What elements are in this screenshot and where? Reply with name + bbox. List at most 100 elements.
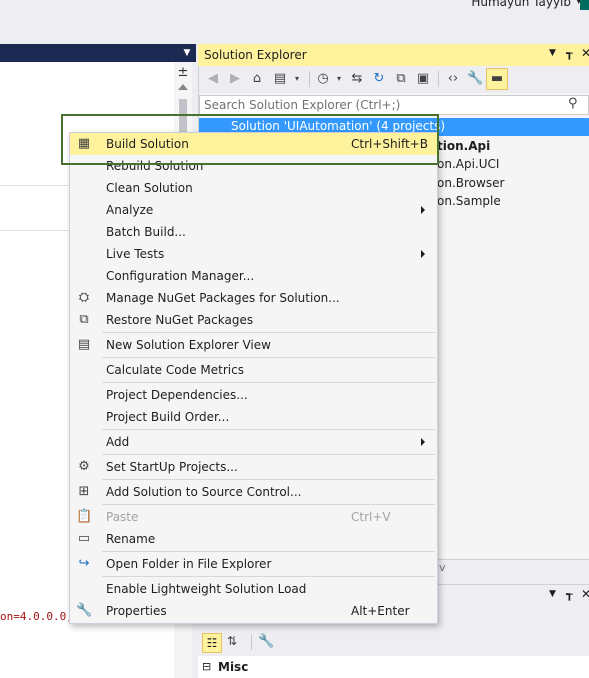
menu-item-analyze[interactable]: Analyze xyxy=(70,199,437,221)
menu-item-rename[interactable]: ▭ Rename xyxy=(70,528,437,550)
menu-item-project-build-order[interactable]: Project Build Order... xyxy=(70,406,437,428)
tree-item-project[interactable]: on.Browser xyxy=(437,176,504,190)
pending-changes-filter-icon[interactable]: ◷ xyxy=(315,71,331,87)
restore-icon: ⧉ xyxy=(79,312,89,327)
menu-item-open-folder-in-file-explorer[interactable]: ↪ Open Folder in File Explorer xyxy=(70,553,437,575)
solution-explorer-title: Solution Explorer xyxy=(204,48,307,62)
code-text: on=4.0.0.0, xyxy=(0,610,73,623)
property-pages-icon[interactable]: 🔧 xyxy=(258,634,274,649)
tab-dropdown-icon[interactable]: ▼ xyxy=(180,44,194,62)
menu-item-live-tests[interactable]: Live Tests xyxy=(70,243,437,265)
menu-separator xyxy=(102,576,435,577)
pin-icon[interactable]: ┱ xyxy=(566,588,573,601)
refresh-icon[interactable]: ↻ xyxy=(371,71,387,87)
user-avatar[interactable] xyxy=(580,0,589,10)
menu-item-shortcut: Ctrl+V xyxy=(351,510,391,524)
panel-tab[interactable]: v xyxy=(439,561,446,574)
menu-item-add[interactable]: Add xyxy=(70,431,437,453)
menu-item-set-startup-projects[interactable]: ⚙ Set StartUp Projects... xyxy=(70,456,437,478)
split-editor-icon[interactable]: ± xyxy=(176,66,190,80)
menu-separator xyxy=(102,382,435,383)
paste-icon: 📋 xyxy=(76,509,93,524)
menu-item-calculate-code-metrics[interactable]: Calculate Code Metrics xyxy=(70,359,437,381)
close-icon[interactable]: ✕ xyxy=(581,46,589,60)
user-name[interactable]: Humayun Tayyib xyxy=(471,0,571,9)
menu-item-label: Batch Build... xyxy=(106,225,186,239)
collapse-all-icon[interactable]: ⧉ xyxy=(393,71,409,87)
menu-item-enable-lightweight-solution-load[interactable]: Enable Lightweight Solution Load xyxy=(70,578,437,600)
menu-separator xyxy=(102,479,435,480)
back-icon[interactable]: ◀ xyxy=(205,71,221,87)
menu-item-label: Rename xyxy=(106,532,156,546)
search-icon[interactable]: ⚲ xyxy=(568,96,578,111)
menu-item-label: Enable Lightweight Solution Load xyxy=(106,582,307,596)
menu-separator xyxy=(102,454,435,455)
sync-icon[interactable]: ⇆ xyxy=(349,71,365,87)
menu-item-label: Manage NuGet Packages for Solution... xyxy=(106,291,340,305)
home-icon[interactable]: ⌂ xyxy=(249,71,265,87)
properties-toolbar xyxy=(198,630,589,656)
menu-item-paste[interactable]: 📋 Paste Ctrl+V xyxy=(70,506,437,528)
view-code-icon[interactable]: ‹› xyxy=(445,71,461,87)
alphabetical-icon[interactable]: ⇅ xyxy=(227,634,237,648)
nuget-icon: ⛭ xyxy=(78,290,90,305)
forward-icon[interactable]: ▶ xyxy=(227,71,243,87)
chevron-down-icon[interactable]: ▾ xyxy=(331,71,347,87)
menu-item-restore-nuget[interactable]: ⧉ Restore NuGet Packages xyxy=(70,309,437,331)
menu-item-label: Project Dependencies... xyxy=(106,388,248,402)
document-tab-bar xyxy=(0,44,196,62)
source-control-icon: ⊞ xyxy=(78,484,90,499)
window-position-dropdown-icon[interactable]: ▼ xyxy=(549,48,556,58)
search-placeholder: Search Solution Explorer (Ctrl+;) xyxy=(204,98,401,112)
preview-icon: ▬ xyxy=(490,71,504,86)
submenu-arrow-icon xyxy=(421,250,425,258)
categorized-icon[interactable]: ☷ xyxy=(202,633,222,653)
menu-item-label: Add xyxy=(106,435,130,449)
menu-item-properties[interactable]: 🔧 Properties Alt+Enter xyxy=(70,600,437,622)
menu-item-label: Restore NuGet Packages xyxy=(106,313,254,327)
open-folder-icon: ↪ xyxy=(78,556,90,571)
menu-separator xyxy=(102,551,435,552)
chevron-down-icon[interactable]: ▾ xyxy=(289,71,305,87)
menu-item-add-to-source-control[interactable]: ⊞ Add Solution to Source Control... xyxy=(70,481,437,503)
new-view-icon: ▤ xyxy=(77,337,91,352)
menu-item-shortcut: Alt+Enter xyxy=(351,604,410,618)
menu-item-label: New Solution Explorer View xyxy=(106,338,271,352)
toolbar-separator xyxy=(309,71,310,87)
toolbar-separator xyxy=(438,71,439,87)
menu-item-clean-solution[interactable]: Clean Solution xyxy=(70,177,437,199)
pin-icon[interactable]: ┱ xyxy=(566,47,573,60)
gear-icon: ⚙ xyxy=(78,459,90,474)
scroll-up-arrow-icon[interactable] xyxy=(178,84,188,90)
menu-separator xyxy=(102,429,435,430)
collapse-icon[interactable]: ⊟ xyxy=(202,660,211,673)
tree-item-project[interactable]: on.Api.UCI xyxy=(437,157,499,171)
menu-item-manage-nuget[interactable]: ⛭ Manage NuGet Packages for Solution... xyxy=(70,287,437,309)
tree-item-project[interactable]: on.Sample xyxy=(437,194,501,208)
menu-item-label: Open Folder in File Explorer xyxy=(106,557,272,571)
property-category-row[interactable] xyxy=(198,656,589,678)
close-icon[interactable]: ✕ xyxy=(581,587,589,601)
wrench-icon: 🔧 xyxy=(76,603,93,618)
menu-item-batch-build[interactable]: Batch Build... xyxy=(70,221,437,243)
switch-views-icon[interactable]: ▤ xyxy=(272,71,288,87)
menu-item-label: Paste xyxy=(106,510,139,524)
menu-item-label: Set StartUp Projects... xyxy=(106,460,238,474)
menu-item-label: Clean Solution xyxy=(106,181,193,195)
menu-item-label: Project Build Order... xyxy=(106,410,230,424)
rename-icon: ▭ xyxy=(77,531,91,546)
menu-separator xyxy=(102,357,435,358)
menu-item-label: Configuration Manager... xyxy=(106,269,255,283)
menu-item-project-dependencies[interactable]: Project Dependencies... xyxy=(70,384,437,406)
show-all-files-icon[interactable]: ▣ xyxy=(415,71,431,87)
menu-item-label: Live Tests xyxy=(106,247,165,261)
menu-item-new-solution-explorer-view[interactable]: ▤ New Solution Explorer View xyxy=(70,334,437,356)
window-position-dropdown-icon[interactable]: ▼ xyxy=(549,589,556,599)
highlight-annotation-box xyxy=(61,114,439,165)
property-category-label: Misc xyxy=(218,660,249,674)
tree-item-project[interactable]: tion.Api xyxy=(437,139,490,153)
menu-item-configuration-manager[interactable]: Configuration Manager... xyxy=(70,265,437,287)
menu-item-label: Calculate Code Metrics xyxy=(106,363,244,377)
menu-separator xyxy=(102,504,435,505)
properties-wrench-icon[interactable]: 🔧 xyxy=(467,71,483,87)
